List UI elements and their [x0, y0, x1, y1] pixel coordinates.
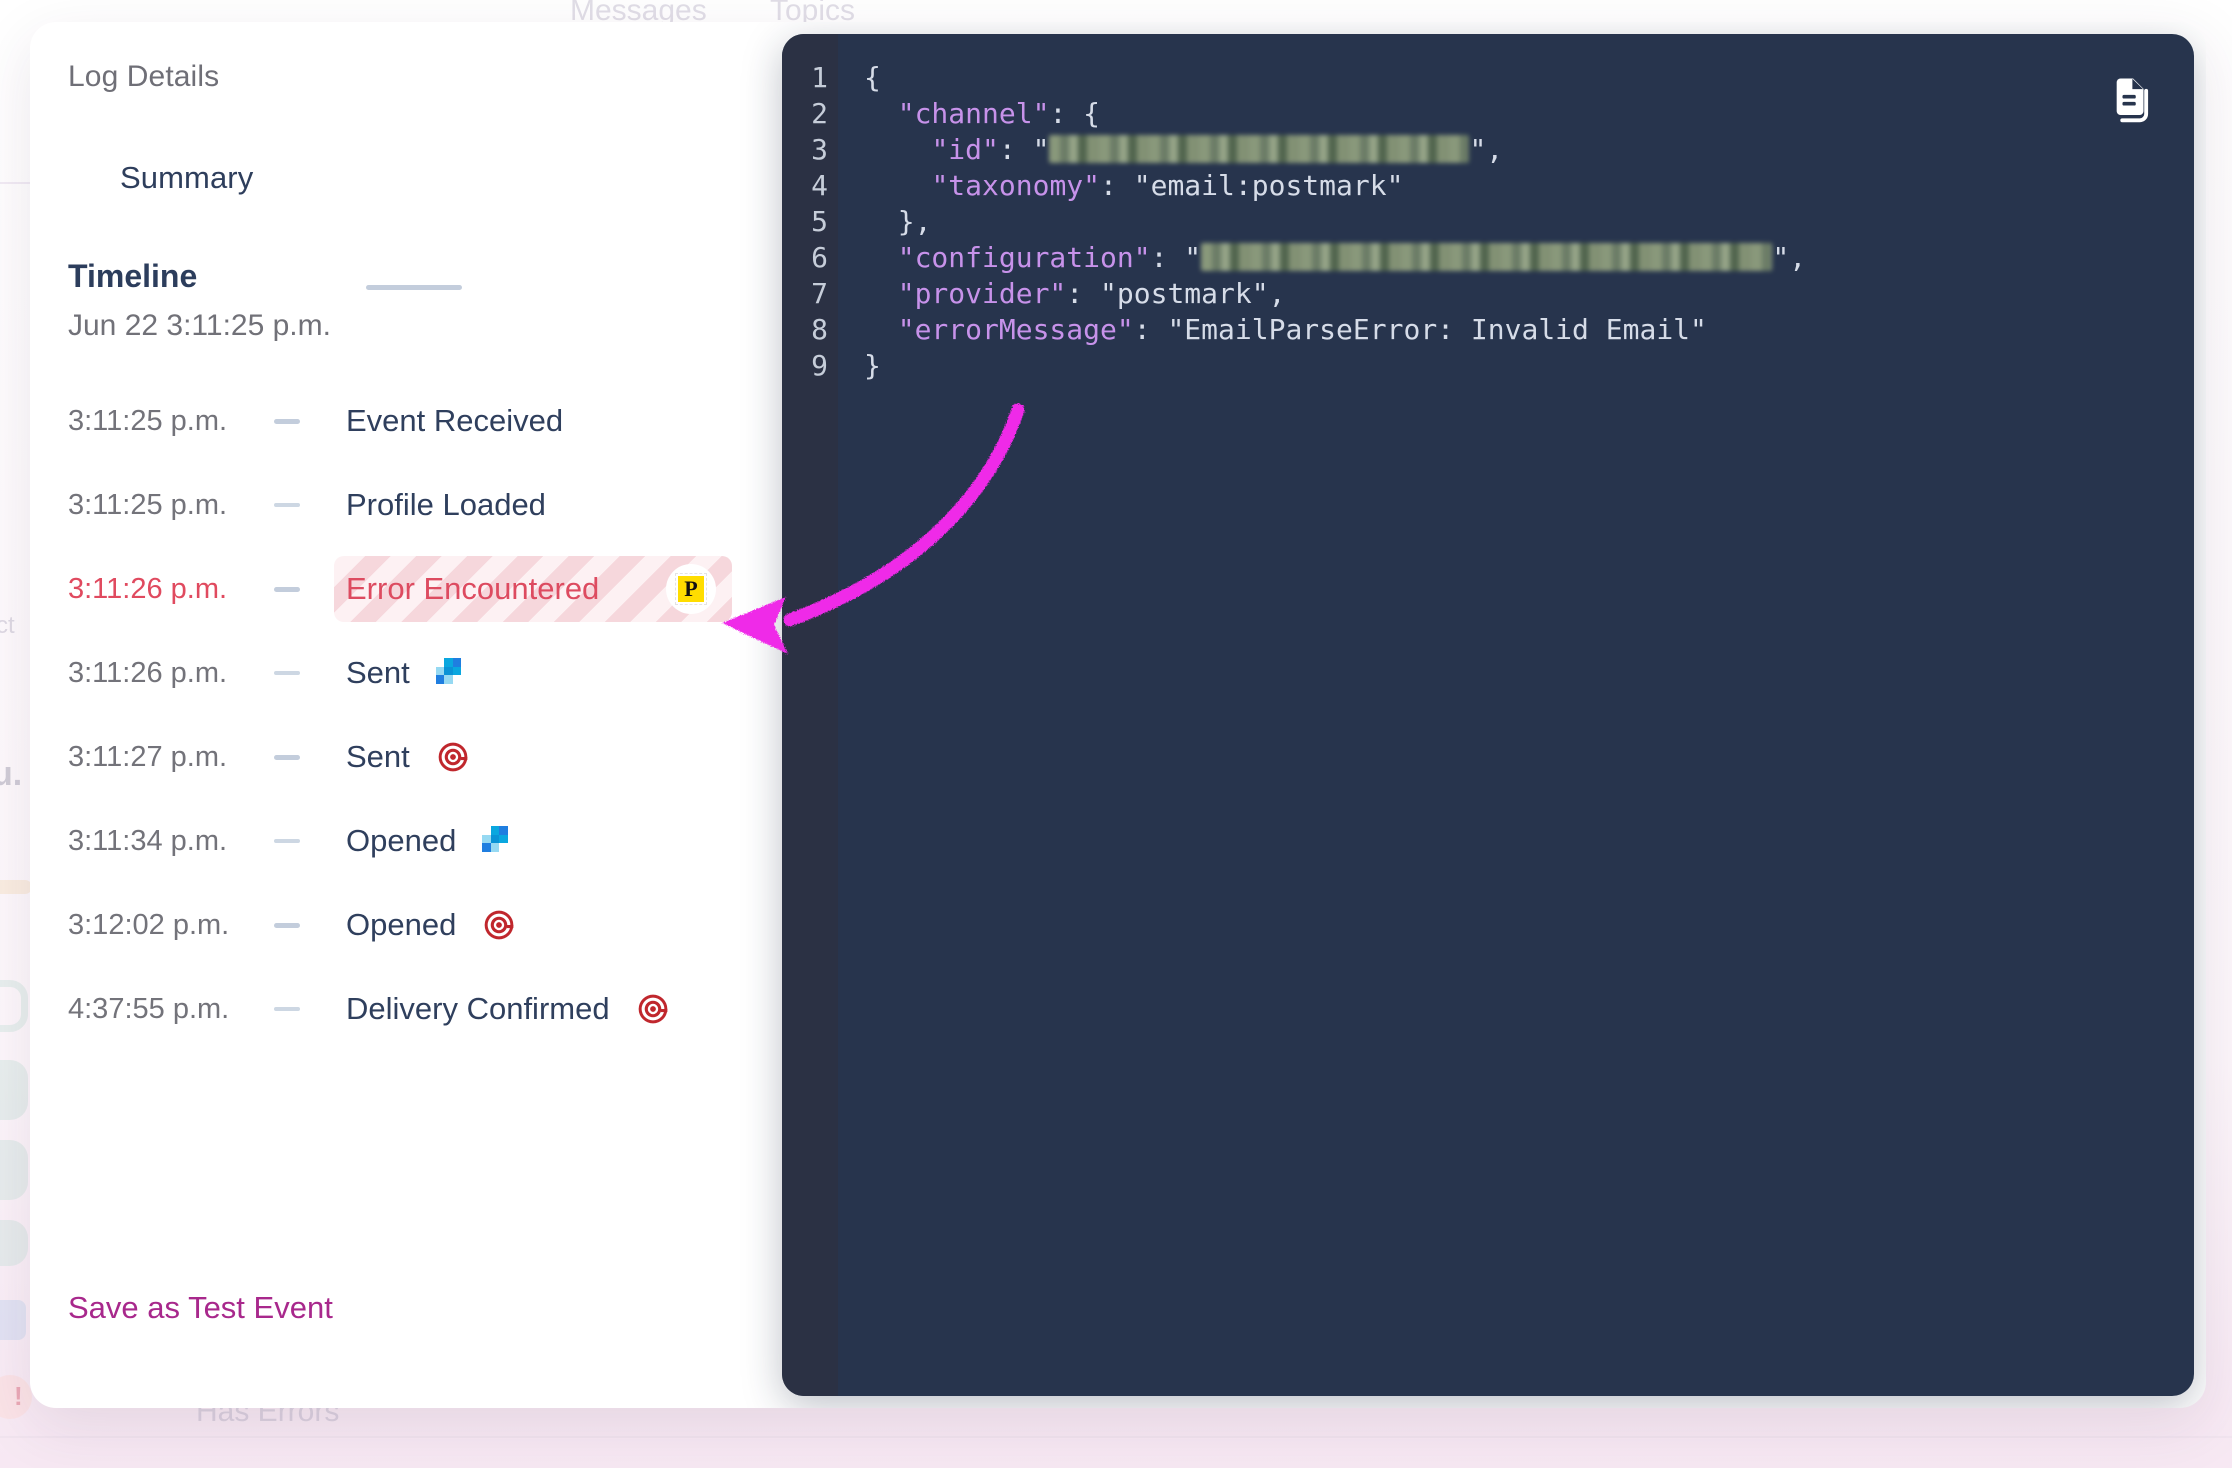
timeline-row-content: Sent [334, 640, 486, 706]
background-pill-orange [0, 880, 32, 894]
background-pill-blue [0, 1300, 26, 1340]
timeline-row-label: Error Encountered [346, 571, 600, 606]
redacted-value [1201, 243, 1773, 271]
timeline-row[interactable]: 3:12:02 p.m. Opened [68, 883, 748, 967]
timeline-row-time: 3:11:26 p.m. [68, 572, 228, 605]
timeline-row-time: 3:11:27 p.m. [68, 740, 228, 773]
timeline-connector-dash [264, 671, 310, 675]
code-line-number: 2 [811, 97, 828, 130]
timeline-row-icon [410, 740, 470, 774]
timeline-row[interactable]: 3:11:25 p.m. Event Received [68, 379, 748, 463]
timeline-connector-dash [264, 586, 310, 592]
timeline-row[interactable]: 3:11:25 p.m. Profile Loaded [68, 463, 748, 547]
tab-bar: Summary [68, 160, 748, 196]
background-warning-icon [0, 1375, 32, 1419]
json-code-panel: 123456789 { "channel": { "id": " ", "taxo… [782, 34, 2194, 1396]
background-pill-green-1 [0, 1060, 28, 1120]
modal-body: Log Details Summary Timeline Jun 22 3:11… [30, 22, 2206, 1408]
mailgun-target-icon [484, 910, 514, 940]
code-line-number: 5 [811, 205, 828, 238]
timeline-row-label: Opened [346, 823, 457, 858]
timeline-connector-dash [264, 754, 310, 760]
timeline-connector-dash [264, 418, 310, 424]
timeline-row-label: Event Received [346, 403, 564, 438]
timeline-row-icon [610, 992, 670, 1026]
timeline-row[interactable]: 3:11:26 p.m. Error Encountered P [68, 547, 748, 631]
timeline-row[interactable]: 4:37:55 p.m. Delivery Confirmed [68, 967, 748, 1051]
redacted-value [1049, 135, 1470, 163]
timeline-row-icon [410, 656, 470, 690]
timeline-row-time: 3:11:26 p.m. [68, 656, 228, 689]
timeline-row[interactable]: 3:11:34 p.m. Opened [68, 799, 748, 883]
background-pill-outline [0, 980, 28, 1032]
timeline-row-time: 3:11:34 p.m. [68, 824, 228, 857]
timeline-row[interactable]: 3:11:27 p.m. Sent [68, 715, 748, 799]
timeline-connector-dash [264, 839, 310, 843]
timeline-row-time: 3:11:25 p.m. [68, 488, 228, 521]
code-content[interactable]: { "channel": { "id": " ", "taxonomy": "em… [838, 34, 2194, 1396]
log-details-modal: Log Details Summary Timeline Jun 22 3:11… [30, 22, 2206, 1408]
code-line: } [864, 349, 881, 382]
timeline-row-time: 3:11:25 p.m. [68, 404, 228, 437]
timeline-row-content: Opened [334, 892, 532, 958]
code-line: }, [864, 205, 932, 238]
mailgun-target-icon [438, 742, 468, 772]
timeline-row-label: Sent [346, 655, 410, 690]
mailgun-target-icon [638, 994, 667, 1024]
code-line-number: 3 [811, 133, 828, 166]
timeline-row-icon: P [648, 564, 716, 614]
code-line-numbers: 123456789 [782, 34, 838, 1396]
background-pill-green-3 [0, 1220, 28, 1266]
page-title: Log Details [68, 60, 220, 93]
background-pill-green-2 [0, 1140, 28, 1200]
timeline-list: 3:11:25 p.m. Event Received 3:11:25 p.m. Pr… [68, 379, 748, 1051]
background-divider-2 [0, 1436, 2232, 1438]
copy-document-icon[interactable] [2100, 70, 2158, 128]
save-as-test-event-link[interactable]: Save as Test Event [68, 1290, 333, 1326]
timeline-row-content: Sent [334, 724, 486, 790]
code-line: "errorMessage": "EmailParseError: Invali… [897, 313, 1707, 346]
postmark-logo-icon: P [666, 564, 716, 614]
code-line: "provider": "postmark", [897, 277, 1286, 310]
mosaic-blue-icon [435, 656, 470, 690]
tab-summary[interactable]: Summary [120, 160, 253, 196]
timeline-row-icon [456, 908, 516, 942]
timeline-row-icon [456, 824, 516, 858]
code-line-number: 7 [811, 277, 828, 310]
timeline-row-label: Opened [346, 907, 457, 942]
timeline-row-content: Delivery Confirmed [334, 976, 686, 1042]
tab-divider [366, 285, 462, 290]
code-line-number: 1 [811, 61, 828, 94]
timeline-row[interactable]: 3:11:26 p.m. Sent [68, 631, 748, 715]
mosaic-blue-icon [482, 824, 516, 858]
timeline-connector-dash [264, 1007, 310, 1011]
code-line-number: 4 [811, 169, 828, 202]
timeline-connector-dash [264, 922, 310, 928]
timeline-row-content: Opened [334, 808, 532, 874]
timeline-row-label: Sent [346, 739, 410, 774]
code-line-number: 9 [811, 349, 828, 382]
left-pane: Log Details Summary Timeline Jun 22 3:11… [30, 22, 748, 1408]
code-line-number: 8 [811, 313, 828, 346]
timeline-row-content: Event Received [334, 388, 579, 454]
code-line-number: 6 [811, 241, 828, 274]
timeline-date: Jun 22 3:11:25 p.m. [68, 309, 331, 342]
timeline-row-label: Profile Loaded [346, 487, 546, 522]
timeline-error-highlight: Error Encountered P [334, 556, 732, 622]
timeline-row-time: 3:12:02 p.m. [68, 908, 230, 941]
code-line: { [864, 61, 881, 94]
code-line: "id": " ", [931, 133, 1504, 166]
timeline-row-content: Profile Loaded [334, 472, 562, 538]
background-left-fragment-1: ct [0, 612, 15, 639]
code-line: "configuration": " ", [897, 241, 1807, 274]
code-line: "taxonomy": "email:postmark" [931, 169, 1404, 202]
timeline-connector-dash [264, 503, 310, 507]
code-line: "channel": { [897, 97, 1101, 130]
timeline-row-label: Delivery Confirmed [346, 991, 610, 1026]
timeline-row-time: 4:37:55 p.m. [68, 992, 230, 1025]
background-left-fragment-2: u. [0, 755, 23, 793]
